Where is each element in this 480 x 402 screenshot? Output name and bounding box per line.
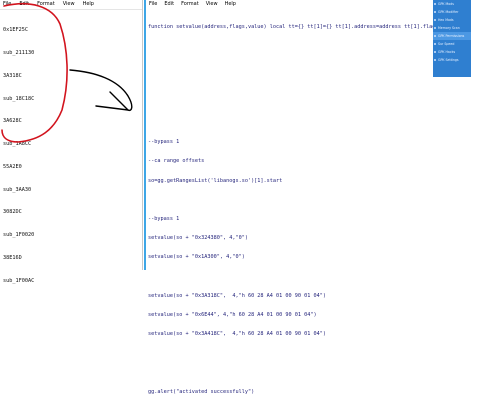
list-item: sub_1A8CC — [3, 141, 32, 148]
menu-edit[interactable]: Edit — [16, 0, 34, 9]
right-menubar: File Edit Format View Help — [147, 0, 241, 9]
code-line: --bypass 1 — [148, 216, 180, 222]
left-menubar: File Edit Format View Help — [0, 0, 142, 10]
bullet-icon — [434, 35, 436, 37]
side-menu-item[interactable]: Memory Scan — [433, 24, 471, 32]
side-menu-item[interactable]: GPK Hacks — [433, 48, 471, 56]
code-line: function setvalue(address,flags,value) l… — [148, 23, 476, 30]
menu-view[interactable]: View — [204, 0, 223, 9]
side-menu-item[interactable]: GPK Modifier — [433, 8, 471, 16]
list-item: sub_211130 — [3, 49, 35, 56]
side-menu-item[interactable]: Sur Speed — [433, 40, 471, 48]
menu-format[interactable]: Format — [179, 0, 204, 9]
list-item: sub_18C18C — [3, 95, 35, 102]
list-item: 55A2E0 — [3, 163, 22, 170]
code-line: setvalue(so + "0x3A318C", 4,"h 60 28 A4 … — [148, 292, 327, 299]
list-item: sub_3AA30 — [3, 186, 32, 193]
code-line: gg.alert("activated successfully") — [148, 388, 255, 395]
bullet-icon — [434, 43, 436, 45]
side-menu-item[interactable]: GPK Mods — [433, 0, 471, 8]
code-line: setvalue(so + "0x1A300", 4,"0") — [148, 254, 245, 261]
panel-margin — [471, 0, 480, 77]
menu-file[interactable]: File — [0, 0, 16, 9]
list-item: 3A318C — [3, 72, 22, 79]
code-line: --bypass 1 — [148, 139, 180, 146]
code-line: setvalue(so + "0x6E44", 4,"h 60 28 A4 01… — [148, 312, 317, 319]
bullet-icon — [434, 27, 436, 29]
menu-help[interactable]: Help — [223, 0, 241, 9]
bullet-icon — [434, 59, 436, 61]
lua-script-editor[interactable]: function setvalue(address,flags,value) l… — [148, 11, 476, 402]
menu-edit[interactable]: Edit — [162, 0, 179, 9]
code-line: so=gg.getRangesList('libanogs.so')[1].st… — [148, 177, 283, 184]
left-notepad-window: File Edit Format View Help 0x1EF25C sub_… — [0, 0, 143, 284]
window-divider — [144, 0, 146, 270]
menu-view[interactable]: View — [60, 0, 80, 9]
mod-menu-panel: GPK Mods GPK Modifier Hex Mods Memory Sc… — [433, 0, 471, 77]
bullet-icon — [434, 11, 436, 13]
list-item: 0x1EF25C — [3, 27, 28, 34]
side-menu-item[interactable]: GPK Settings — [433, 56, 471, 64]
code-line: setvalue(so + "0x3A418C", 4,"h 60 28 A4 … — [148, 331, 327, 338]
list-item: 3082DC — [3, 209, 22, 216]
side-menu-item[interactable]: GPK Permissions — [433, 32, 471, 40]
bullet-icon — [434, 3, 436, 5]
bullet-icon — [434, 51, 436, 53]
menu-help[interactable]: Help — [80, 0, 99, 9]
code-line: setvalue(so + "0x324380", 4,"0") — [148, 235, 248, 242]
menu-format[interactable]: Format — [34, 0, 60, 9]
list-item: sub_1F0020 — [3, 232, 35, 239]
list-item: 38E16D — [3, 255, 22, 261]
menu-file[interactable]: File — [147, 0, 162, 9]
bullet-icon — [434, 19, 436, 21]
list-item: sub_1F00AC — [3, 277, 35, 284]
side-menu-item[interactable]: Hex Mods — [433, 16, 471, 24]
list-item: 3A628C — [3, 118, 22, 125]
code-line: --ca range offsets — [148, 158, 205, 165]
offset-list-text[interactable]: 0x1EF25C sub_211130 3A318C sub_18C18C 3A… — [3, 12, 34, 301]
